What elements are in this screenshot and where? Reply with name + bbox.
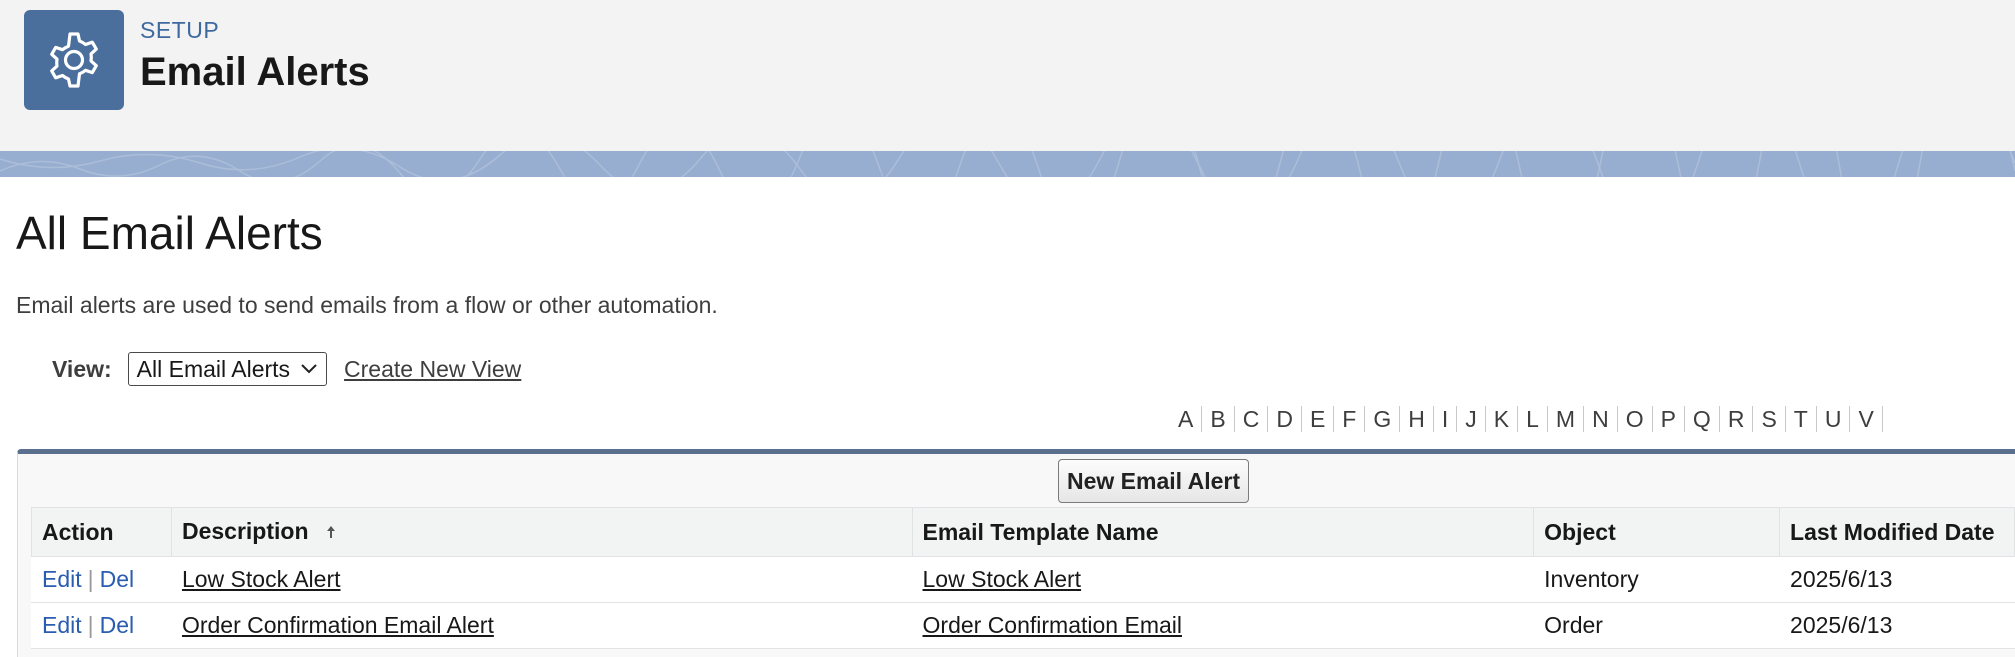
alpha-letter[interactable]: R (1720, 406, 1754, 432)
delete-link[interactable]: Del (100, 566, 135, 592)
view-row: View: All Email Alerts Create New View (52, 352, 521, 386)
description-cell: Order Confirmation Email Alert (170, 602, 913, 649)
sort-ascending-icon (325, 519, 337, 546)
alpha-letter[interactable]: P (1653, 406, 1685, 432)
view-label: View: (52, 355, 112, 382)
action-cell: Edit | Del (31, 602, 172, 649)
action-separator: | (87, 612, 94, 638)
alpha-letter[interactable]: G (1365, 406, 1401, 432)
new-email-alert-button[interactable]: New Email Alert (1058, 459, 1249, 503)
alpha-letter[interactable]: Q (1685, 406, 1720, 432)
view-select[interactable]: All Email Alerts (127, 352, 328, 386)
alpha-letter[interactable]: V (1850, 406, 1883, 432)
alpha-letter[interactable]: O (1618, 406, 1653, 432)
table-header-row: Action Description Email Template Name O… (31, 507, 2015, 557)
alpha-letter[interactable]: M (1548, 406, 1585, 432)
alpha-letter[interactable]: I (1434, 406, 1458, 432)
email-alerts-table: Action Description Email Template Name O… (31, 507, 2015, 649)
description-link[interactable]: Order Confirmation Email Alert (182, 612, 494, 638)
alpha-letter[interactable]: D (1268, 406, 1302, 432)
view-select-value: All Email Alerts (136, 355, 291, 382)
alpha-letter[interactable]: K (1486, 406, 1519, 432)
edit-link[interactable]: Edit (42, 566, 82, 592)
chevron-down-icon (300, 363, 318, 375)
alpha-letter[interactable]: H (1400, 406, 1434, 432)
alpha-letter[interactable]: B (1202, 406, 1235, 432)
column-header-description[interactable]: Description (170, 507, 913, 557)
delete-link[interactable]: Del (100, 612, 135, 638)
alpha-letter[interactable]: A (1170, 406, 1203, 432)
modified-date-cell: 2025/6/13 (1779, 602, 2015, 649)
alpha-letter[interactable]: J (1457, 406, 1486, 432)
alphabet-filter: A B C D E F G H I J K L M N O P Q R S T … (1170, 402, 1883, 436)
alpha-letter[interactable]: T (1786, 406, 1817, 432)
template-link[interactable]: Low Stock Alert (923, 566, 1082, 592)
edit-link[interactable]: Edit (42, 612, 82, 638)
column-header-email-template[interactable]: Email Template Name (911, 507, 1535, 557)
template-cell: Low Stock Alert (911, 556, 1534, 603)
alpha-letter[interactable]: U (1817, 406, 1851, 432)
table-row: Edit | Del Low Stock Alert Low Stock Alert… (31, 556, 2015, 603)
action-cell: Edit | Del (31, 556, 172, 603)
page-header: SETUP Email Alerts (0, 0, 2015, 151)
decorative-band (0, 151, 2015, 177)
column-header-description-label: Description (181, 517, 309, 544)
column-header-action: Action (31, 507, 172, 557)
alpha-letter[interactable]: S (1753, 406, 1786, 432)
alpha-letter[interactable]: L (1518, 406, 1548, 432)
action-separator: | (87, 566, 94, 592)
object-cell: Order (1533, 602, 1780, 649)
description-cell: Low Stock Alert (170, 556, 913, 603)
alpha-letter[interactable]: N (1584, 406, 1618, 432)
list-title: All Email Alerts (16, 207, 323, 259)
breadcrumb-setup: SETUP (140, 17, 220, 43)
template-link[interactable]: Order Confirmation Email (923, 612, 1182, 638)
page-description: Email alerts are used to send emails fro… (16, 292, 718, 318)
object-cell: Inventory (1533, 556, 1780, 603)
alpha-letter[interactable]: F (1334, 406, 1366, 432)
alpha-letter[interactable]: E (1302, 406, 1335, 432)
gear-icon (24, 10, 124, 110)
page-title: Email Alerts (140, 50, 370, 94)
template-cell: Order Confirmation Email (911, 602, 1534, 649)
description-link[interactable]: Low Stock Alert (182, 566, 341, 592)
column-header-object[interactable]: Object (1533, 507, 1781, 557)
modified-date-cell: 2025/6/13 (1779, 556, 2015, 603)
create-new-view-link[interactable]: Create New View (344, 356, 521, 383)
table-row: Edit | Del Order Confirmation Email Alert … (31, 602, 2015, 649)
alpha-letter[interactable]: C (1235, 406, 1269, 432)
column-header-last-modified[interactable]: Last Modified Date (1779, 507, 2015, 557)
